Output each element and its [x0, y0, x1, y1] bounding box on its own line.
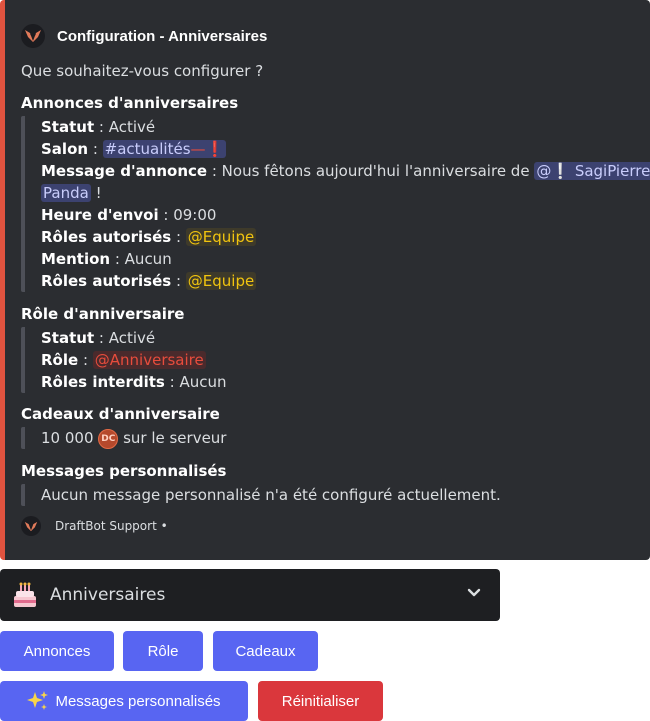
select-label: Anniversaires [50, 585, 166, 605]
role-mention-anniversaire[interactable]: @Anniversaire [92, 351, 206, 369]
mention-key: Mention [41, 250, 111, 268]
custom-quote: Aucun message personnalisé n'a été confi… [21, 484, 501, 506]
status-key: Statut [41, 118, 95, 136]
role-quote: Statut : Activé Rôle : @Anniversaire Rôl… [21, 327, 227, 393]
chevron-down-icon[interactable] [466, 585, 482, 601]
custom-messages-text: Aucun message personnalisé n'a été confi… [41, 486, 501, 504]
announces-button[interactable]: Annonces [0, 631, 114, 671]
time-value: 09:00 [173, 206, 217, 224]
mention-value: Aucun [124, 250, 172, 268]
user-mention-prefix: @❕ [536, 162, 571, 180]
time-key: Heure d'envoi [41, 206, 159, 224]
custom-messages-label: Messages personnalisés [55, 692, 221, 710]
field-title-gifts: Cadeaux d'anniversaire [21, 405, 220, 423]
role-status-value: Activé [108, 329, 156, 347]
user-mention-name: SagiPierre - [574, 162, 650, 180]
forbidden-roles-key: Rôles interdits [41, 373, 165, 391]
gift-suffix: sur le serveur [123, 429, 227, 447]
roles-key: Rôles autorisés [41, 228, 172, 246]
user-mention-cont[interactable]: Panda [41, 184, 91, 202]
custom-messages-button[interactable]: Messages personnalisés [0, 681, 248, 721]
message-end: ! [95, 184, 102, 202]
role-mention-equipe[interactable]: @Equipe [185, 228, 257, 246]
gifts-button[interactable]: Cadeaux [213, 631, 318, 671]
channel-emoji: —❗ [190, 140, 225, 158]
sparkles-icon [27, 691, 49, 710]
announcements-quote: Statut : Activé Salon : #actualités—❗ Me… [21, 116, 650, 292]
role-status-key: Statut [41, 329, 95, 347]
cake-icon [14, 582, 36, 607]
field-title-custom: Messages personnalisés [21, 462, 227, 480]
channel-mention-text: #actualités [104, 140, 191, 158]
embed-description: Que souhaitez-vous configurer ? [21, 62, 264, 80]
user-mention[interactable]: @❕ SagiPierre - [534, 162, 650, 180]
role-key: Rôle [41, 351, 79, 369]
draftbot-logo-icon [25, 30, 41, 42]
gifts-quote: 10 000 DC sur le serveur [21, 427, 226, 449]
message-key: Message d'annonce [41, 162, 208, 180]
reset-button[interactable]: Réinitialiser [258, 681, 383, 721]
field-title-announcements: Annonces d'anniversaires [21, 94, 239, 112]
roles2-key: Rôles autorisés [41, 272, 172, 290]
forbidden-roles-value: Aucun [179, 373, 227, 391]
embed-footer: DraftBot Support • [21, 516, 168, 536]
footer-text: DraftBot Support • [55, 519, 168, 533]
embed-author-name: Configuration - Anniversaires [57, 27, 268, 45]
role-mention-equipe-2[interactable]: @Equipe [185, 272, 257, 290]
channel-mention[interactable]: #actualités—❗ [102, 140, 227, 158]
status-value: Activé [108, 118, 156, 136]
channel-key: Salon [41, 140, 89, 158]
config-embed: Configuration - Anniversaires Que souhai… [0, 0, 650, 560]
bot-avatar[interactable] [21, 24, 45, 48]
draftbot-footer-logo-icon [24, 521, 38, 531]
gift-amount: 10 000 [41, 429, 94, 447]
field-title-role: Rôle d'anniversaire [21, 305, 185, 323]
role-button[interactable]: Rôle [123, 631, 203, 671]
embed-author: Configuration - Anniversaires [21, 24, 267, 48]
footer-avatar [21, 516, 41, 536]
message-text: Nous fêtons aujourd'hui l'anniversaire d… [221, 162, 530, 180]
anniversaires-select[interactable]: Anniversaires [0, 569, 500, 621]
coin-icon: DC [98, 428, 119, 449]
